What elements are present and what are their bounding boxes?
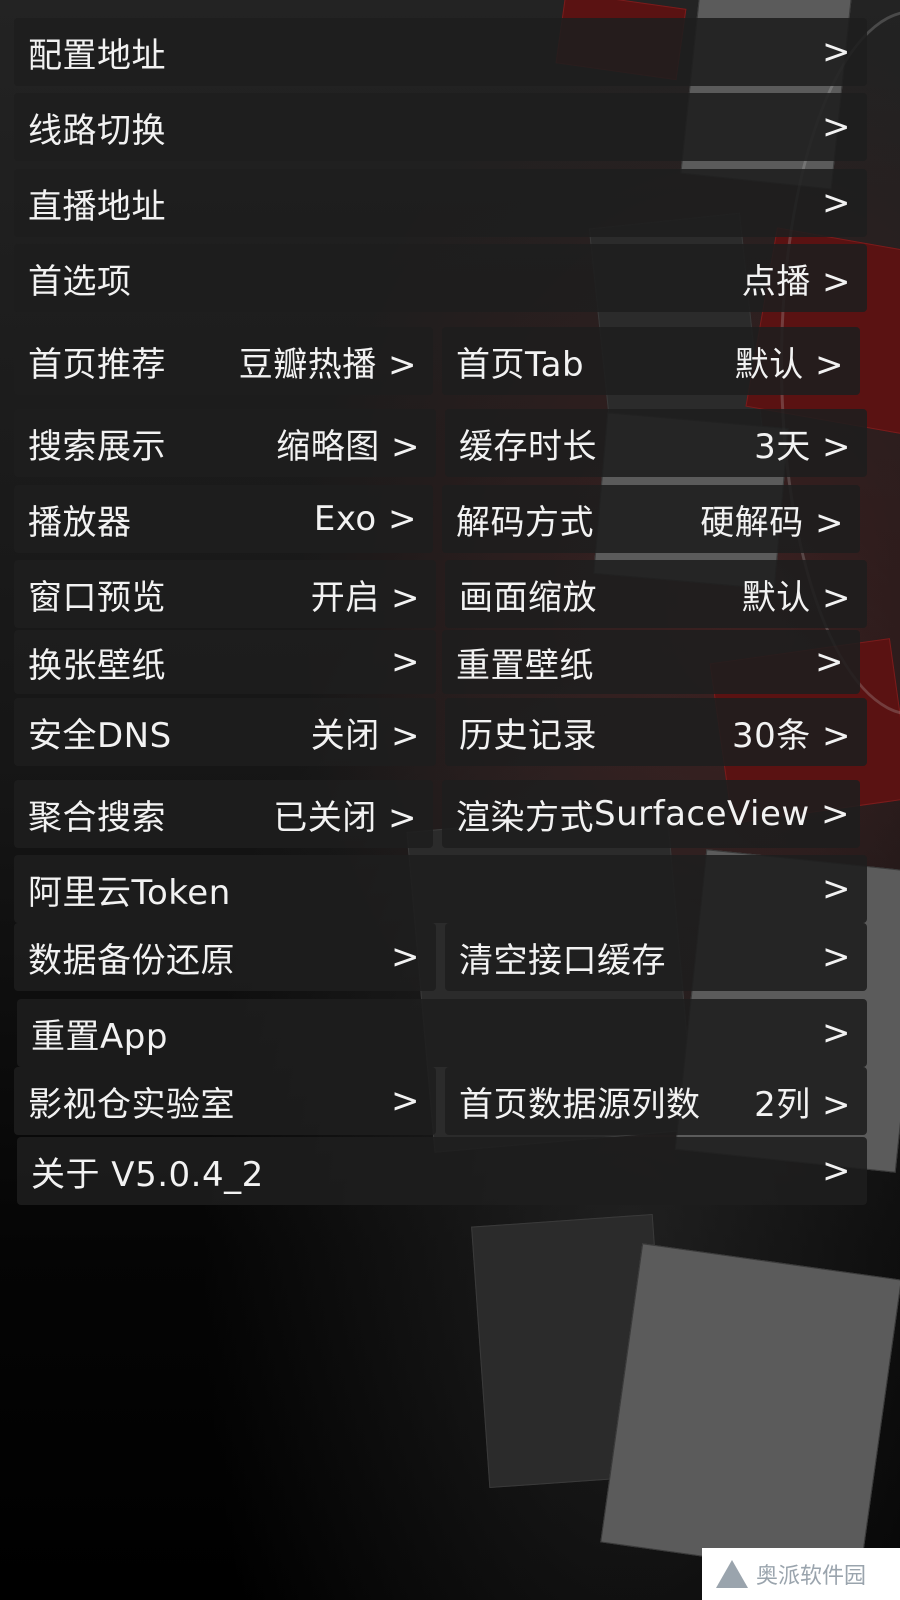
source-columns-row[interactable]: 首页数据源列数 2列 > <box>445 1067 867 1135</box>
row-label: 关于 V5.0.4_2 <box>31 1154 264 1195</box>
player-row[interactable]: 播放器 Exo > <box>14 485 433 553</box>
row-label: 画面缩放 <box>459 577 597 618</box>
row-label: 首页数据源列数 <box>459 1084 701 1125</box>
window-preview-row[interactable]: 窗口预览 开启 > <box>14 560 436 628</box>
row-label: 清空接口缓存 <box>459 940 666 981</box>
live-url-row[interactable]: 直播地址 > <box>14 169 867 237</box>
row-value: 关闭 > <box>310 715 420 756</box>
about-row[interactable]: 关于 V5.0.4_2 > <box>17 1137 867 1205</box>
row-value: 豆瓣热播 > <box>238 344 417 385</box>
row-value: SurfaceView > <box>594 794 851 834</box>
row-value: 2列 > <box>754 1084 851 1125</box>
row-value: 默认 > <box>734 344 844 385</box>
home-recommend-row[interactable]: 首页推荐 豆瓣热播 > <box>14 327 433 395</box>
clear-cache-row[interactable]: 清空接口缓存 > <box>445 923 867 991</box>
row-value: 30条 > <box>731 715 851 756</box>
row-label: 首页Tab <box>456 344 585 385</box>
row-label: 播放器 <box>28 502 132 543</box>
decode-mode-row[interactable]: 解码方式 硬解码 > <box>442 485 860 553</box>
row-value: 已关闭 > <box>273 797 417 838</box>
row-value: > <box>815 642 844 682</box>
cache-duration-row[interactable]: 缓存时长 3天 > <box>445 409 867 477</box>
row-label: 线路切换 <box>28 110 166 151</box>
aggregate-search-row[interactable]: 聚合搜索 已关闭 > <box>14 780 433 848</box>
row-label: 重置壁纸 <box>456 645 594 686</box>
row-label: 解码方式 <box>456 502 594 543</box>
row-value: > <box>822 1013 851 1053</box>
row-value: > <box>822 1151 851 1191</box>
history-row[interactable]: 历史记录 30条 > <box>445 698 867 766</box>
home-tab-row[interactable]: 首页Tab 默认 > <box>442 327 860 395</box>
wallpaper-poster <box>600 1243 900 1579</box>
row-label: 安全DNS <box>28 715 172 756</box>
row-value: > <box>391 937 420 977</box>
change-wallpaper-row[interactable]: 换张壁纸 > <box>14 630 436 694</box>
row-value: 默认 > <box>741 577 851 618</box>
row-label: 重置App <box>31 1016 168 1057</box>
row-label: 缓存时长 <box>459 426 597 467</box>
lab-row[interactable]: 影视仓实验室 > <box>14 1067 436 1135</box>
row-value: 硬解码 > <box>700 502 844 543</box>
row-label: 聚合搜索 <box>28 797 166 838</box>
row-label: 数据备份还原 <box>28 940 235 981</box>
row-value: > <box>822 32 851 72</box>
row-value: 缩略图 > <box>276 426 420 467</box>
row-label: 渲染方式 <box>456 797 594 838</box>
reset-app-row[interactable]: 重置App > <box>17 999 867 1067</box>
row-label: 首选项 <box>28 261 132 302</box>
row-value: > <box>822 937 851 977</box>
route-switch-row[interactable]: 线路切换 > <box>14 93 867 161</box>
row-value: > <box>822 183 851 223</box>
preferences-row[interactable]: 首选项 点播 > <box>14 244 867 312</box>
row-label: 搜索展示 <box>28 426 166 467</box>
row-label: 影视仓实验室 <box>28 1084 235 1125</box>
row-value: Exo > <box>313 499 417 539</box>
watermark: 奥派软件园 <box>702 1548 900 1600</box>
row-label: 直播地址 <box>28 186 166 227</box>
secure-dns-row[interactable]: 安全DNS 关闭 > <box>14 698 436 766</box>
config-url-row[interactable]: 配置地址 > <box>14 18 867 86</box>
screen-scale-row[interactable]: 画面缩放 默认 > <box>445 560 867 628</box>
row-value: > <box>391 642 420 682</box>
data-backup-row[interactable]: 数据备份还原 > <box>14 923 436 991</box>
watermark-text: 奥派软件园 <box>756 1564 867 1589</box>
row-label: 历史记录 <box>459 715 597 756</box>
row-label: 窗口预览 <box>28 577 166 618</box>
row-value: > <box>822 869 851 909</box>
row-label: 阿里云Token <box>28 872 231 913</box>
row-value: 点播 > <box>741 261 851 302</box>
aliyun-token-row[interactable]: 阿里云Token > <box>14 855 867 923</box>
row-value: > <box>391 1081 420 1121</box>
row-label: 换张壁纸 <box>28 645 166 686</box>
render-mode-row[interactable]: 渲染方式 SurfaceView > <box>442 780 860 848</box>
row-value: > <box>822 107 851 147</box>
row-label: 配置地址 <box>28 35 166 76</box>
search-display-row[interactable]: 搜索展示 缩略图 > <box>14 409 436 477</box>
row-label: 首页推荐 <box>28 344 166 385</box>
row-value: 3天 > <box>754 426 851 467</box>
watermark-logo-icon <box>716 1560 748 1588</box>
reset-wallpaper-row[interactable]: 重置壁纸 > <box>442 630 860 694</box>
row-value: 开启 > <box>310 577 420 618</box>
